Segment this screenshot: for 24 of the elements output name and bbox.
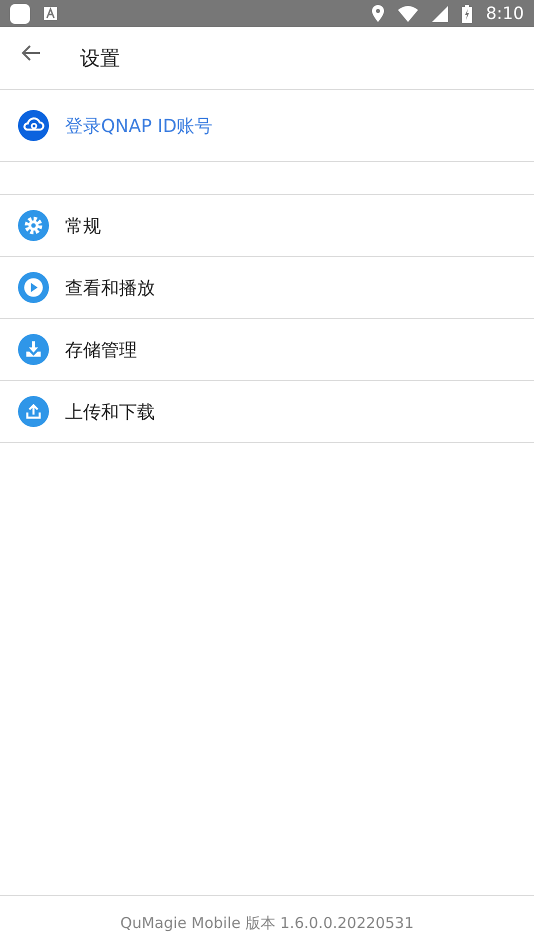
download-icon [18, 334, 49, 365]
status-time: 8:10 [486, 4, 524, 24]
page-title: 设置 [80, 44, 120, 72]
item-label: 常规 [65, 214, 101, 238]
wifi-icon [398, 6, 418, 22]
item-label: 存储管理 [65, 338, 137, 362]
settings-item[interactable]: 查看和播放 [0, 257, 534, 319]
location-icon [372, 5, 384, 22]
cloud-icon [18, 110, 49, 141]
play-icon [18, 272, 49, 303]
login-label: 登录QNAP ID账号 [65, 114, 213, 138]
settings-item[interactable]: 常规 [0, 195, 534, 257]
gear-icon [18, 210, 49, 241]
login-row[interactable]: 登录QNAP ID账号 [0, 90, 534, 162]
upload-icon [18, 396, 49, 427]
notification-icon [44, 7, 57, 20]
version-text: QuMagie Mobile 版本 1.6.0.0.20220531 [120, 914, 414, 932]
item-label: 上传和下载 [65, 400, 155, 424]
settings-item[interactable]: 上传和下载 [0, 381, 534, 443]
settings-item[interactable]: 存储管理 [0, 319, 534, 381]
app-notification-icon [10, 4, 30, 24]
item-label: 查看和播放 [65, 276, 155, 300]
signal-icon [432, 6, 448, 22]
battery-icon [462, 4, 472, 22]
